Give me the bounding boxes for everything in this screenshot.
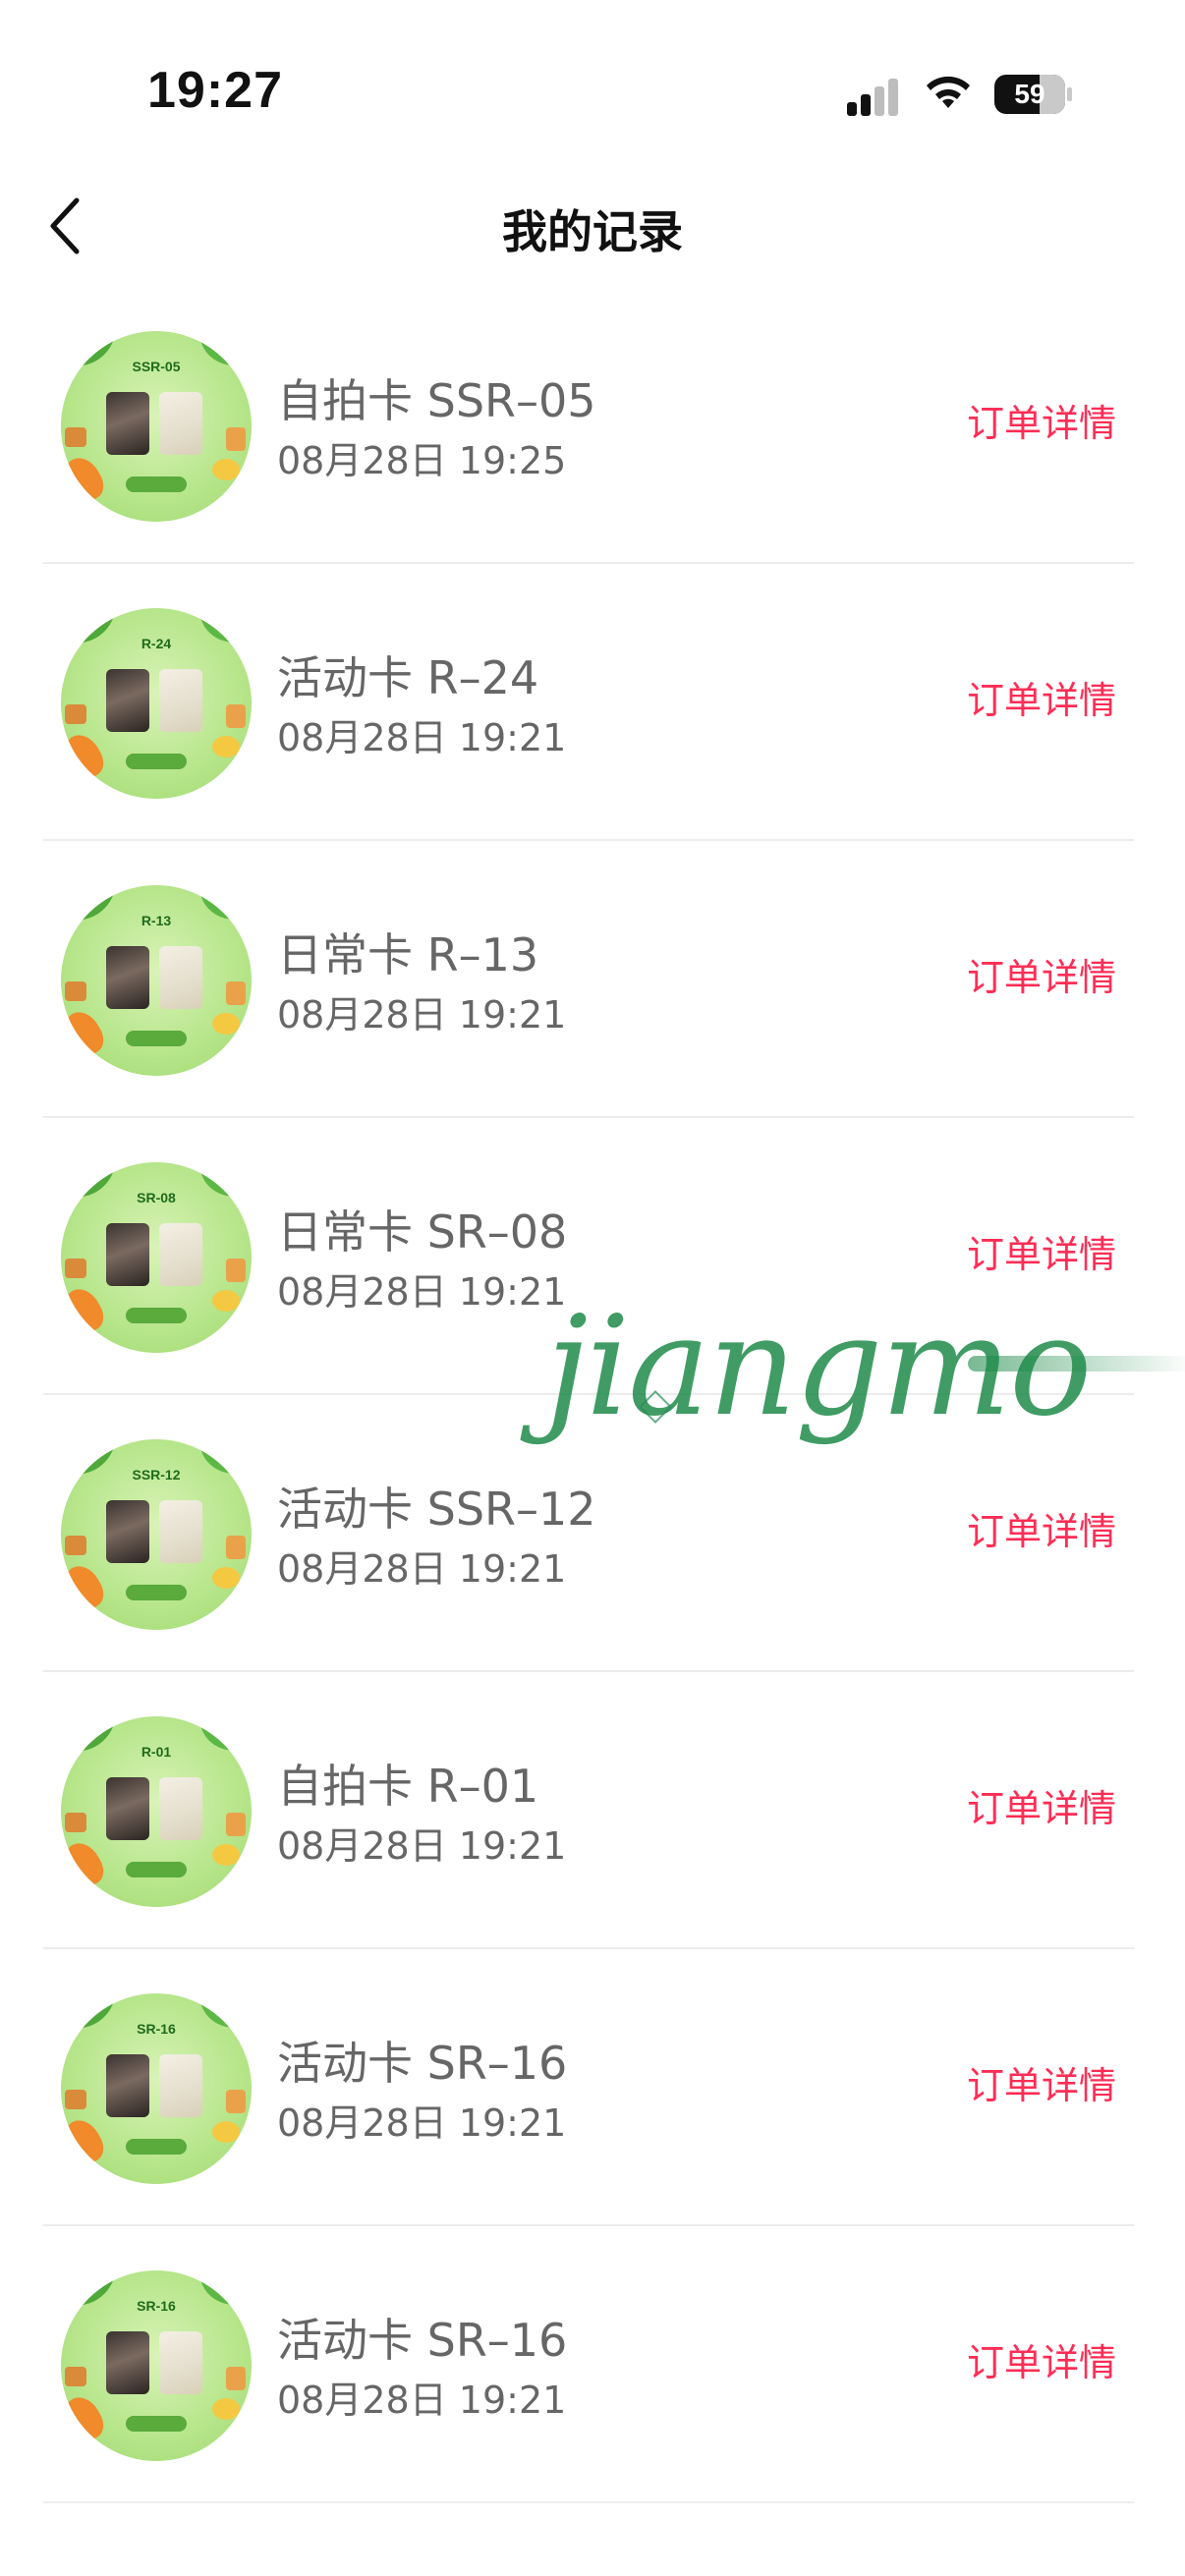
card-code-label: SR-16 (137, 2298, 176, 2314)
carrot-icon (61, 2113, 110, 2170)
card-code-label: SSR-12 (132, 1467, 181, 1483)
record-item[interactable]: SSR-05 自拍卡 SSR–05 08月28日 19:25 订单详情 (0, 287, 1185, 564)
card-code-label: R-01 (141, 1744, 172, 1760)
carrot-icon (61, 728, 110, 785)
card-code-label: SR-08 (137, 1190, 176, 1205)
record-date: 08月28日 19:21 (277, 1270, 567, 1314)
order-detail-link[interactable]: 订单详情 (967, 670, 1116, 724)
cellular-signal-icon (847, 77, 906, 116)
record-title: 活动卡 R–24 (277, 651, 539, 704)
bee-icon (212, 1290, 240, 1312)
record-date: 08月28日 19:25 (277, 439, 567, 482)
page-title: 我的记录 (502, 205, 683, 258)
record-title: 活动卡 SSR–12 (277, 1483, 596, 1536)
record-title: 自拍卡 SSR–05 (277, 374, 596, 427)
card-code-label: SSR-05 (132, 359, 181, 374)
card-photo (106, 669, 149, 732)
card-photo (106, 946, 149, 1009)
record-title: 日常卡 R–13 (277, 928, 539, 981)
card-code-label: SR-16 (137, 2021, 176, 2037)
order-detail-link[interactable]: 订单详情 (967, 393, 1116, 447)
record-list: SSR-05 自拍卡 SSR–05 08月28日 19:25 订单详情 R-24… (0, 287, 1185, 2503)
card-thumbnail: SSR-12 (61, 1439, 252, 1630)
order-detail-link[interactable]: 订单详情 (967, 2332, 1116, 2386)
status-time: 19:27 (147, 62, 283, 119)
card-thumbnail: SR-16 (61, 1993, 252, 2184)
card-thumbnail: SR-16 (61, 2270, 252, 2461)
order-detail-link[interactable]: 订单详情 (967, 2055, 1116, 2109)
bee-icon (212, 1844, 240, 1866)
bee-icon (212, 736, 240, 757)
card-back (159, 946, 202, 1009)
record-date: 08月28日 19:21 (277, 2379, 567, 2422)
carrot-icon (61, 2390, 110, 2447)
record-date: 08月28日 19:21 (277, 1547, 567, 1591)
card-photo (106, 1223, 149, 1286)
bee-icon (212, 1013, 240, 1035)
card-back (159, 2331, 202, 2394)
card-back (159, 1500, 202, 1563)
navigation-bar: 我的记录 (0, 167, 1185, 285)
card-photo (106, 1500, 149, 1563)
wifi-icon (927, 76, 970, 108)
card-thumbnail: SR-08 (61, 1162, 252, 1353)
card-photo (106, 2054, 149, 2117)
card-code-label: R-24 (141, 636, 172, 651)
carrot-icon (61, 1836, 110, 1893)
record-date: 08月28日 19:21 (277, 993, 567, 1036)
record-item[interactable]: SR-16 活动卡 SR–16 08月28日 19:21 订单详情 (0, 1949, 1185, 2226)
card-back (159, 1777, 202, 1840)
card-code-label: R-13 (141, 913, 172, 928)
card-photo (106, 2331, 149, 2394)
order-detail-link[interactable]: 订单详情 (967, 1778, 1116, 1832)
bee-icon (212, 1567, 240, 1589)
carrot-icon (61, 451, 110, 508)
record-title: 活动卡 SR–16 (277, 2314, 568, 2367)
card-back (159, 392, 202, 455)
record-date: 08月28日 19:21 (277, 1824, 567, 1868)
record-item[interactable]: R-13 日常卡 R–13 08月28日 19:21 订单详情 (0, 841, 1185, 1118)
bee-icon (212, 2121, 240, 2143)
status-bar: 19:27 59 (0, 0, 1185, 147)
card-back (159, 2054, 202, 2117)
divider (43, 2501, 1134, 2503)
carrot-icon (61, 1282, 110, 1339)
record-item[interactable]: SR-08 日常卡 SR–08 08月28日 19:21 订单详情 (0, 1118, 1185, 1395)
record-item[interactable]: SR-16 活动卡 SR–16 08月28日 19:21 订单详情 (0, 2226, 1185, 2503)
card-thumbnail: R-13 (61, 885, 252, 1076)
record-date: 08月28日 19:21 (277, 716, 567, 759)
carrot-icon (61, 1005, 110, 1062)
card-photo (106, 392, 149, 455)
battery-icon: 59 (994, 75, 1072, 114)
card-thumbnail: SSR-05 (61, 331, 252, 522)
bee-icon (212, 2398, 240, 2420)
card-thumbnail: R-01 (61, 1716, 252, 1907)
record-date: 08月28日 19:21 (277, 2101, 567, 2145)
order-detail-link[interactable]: 订单详情 (967, 947, 1116, 1001)
battery-level: 59 (1014, 79, 1045, 109)
card-back (159, 1223, 202, 1286)
record-item[interactable]: SSR-12 活动卡 SSR–12 08月28日 19:21 订单详情 (0, 1395, 1185, 1672)
card-thumbnail: R-24 (61, 608, 252, 799)
order-detail-link[interactable]: 订单详情 (967, 1501, 1116, 1555)
card-photo (106, 1777, 149, 1840)
order-detail-link[interactable]: 订单详情 (967, 1224, 1116, 1278)
record-item[interactable]: R-24 活动卡 R–24 08月28日 19:21 订单详情 (0, 564, 1185, 841)
card-back (159, 669, 202, 732)
carrot-icon (61, 1559, 110, 1616)
record-title: 自拍卡 R–01 (277, 1760, 539, 1813)
bee-icon (212, 459, 240, 480)
record-title: 活动卡 SR–16 (277, 2037, 568, 2090)
record-title: 日常卡 SR–08 (277, 1205, 568, 1259)
record-item[interactable]: R-01 自拍卡 R–01 08月28日 19:21 订单详情 (0, 1672, 1185, 1949)
